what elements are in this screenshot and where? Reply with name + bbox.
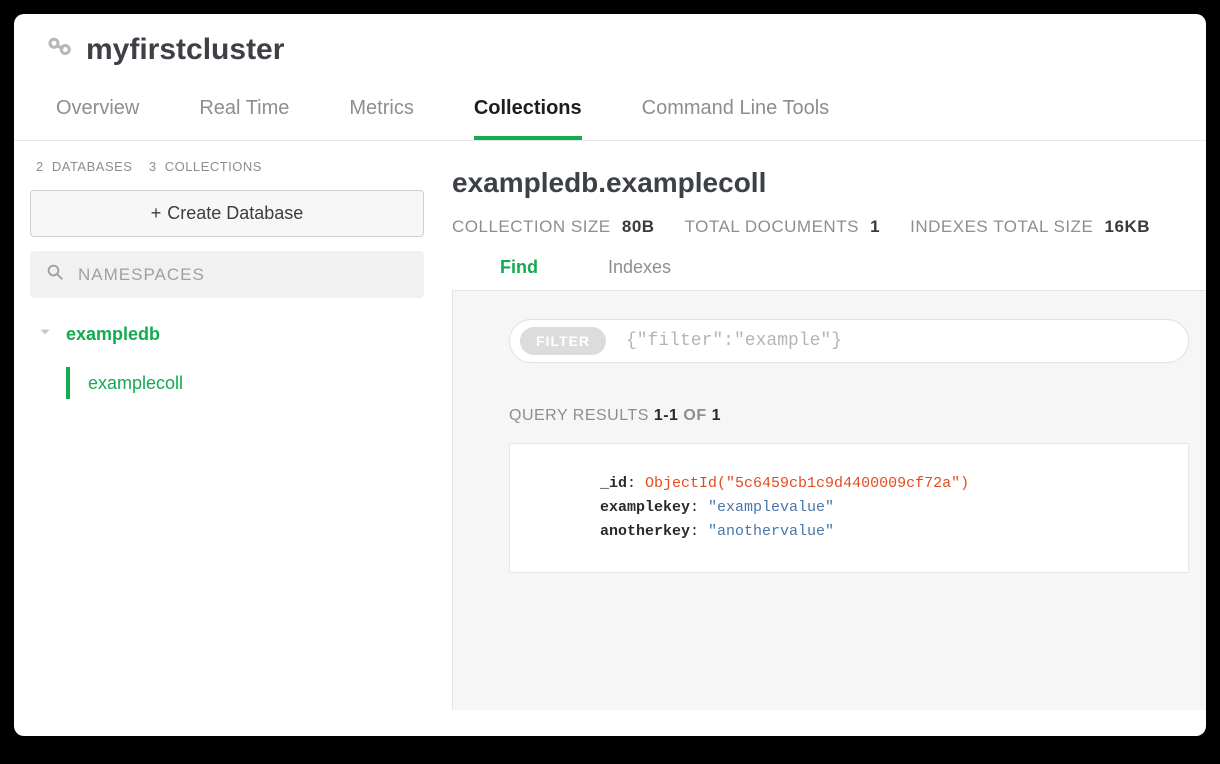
collection-name: examplecoll [88, 373, 183, 394]
find-panel: FILTER QUERY RESULTS 1-1 OF 1 _id: Objec… [452, 290, 1206, 710]
results-range: 1-1 [654, 407, 679, 424]
chevron-down-icon [38, 325, 52, 344]
cluster-name: myfirstcluster [86, 33, 284, 67]
total-documents-value: 1 [870, 217, 880, 236]
results-total: 1 [712, 407, 721, 424]
sidebar-stats: 2 DATABASES 3 COLLECTIONS [30, 159, 424, 174]
database-name: exampledb [66, 324, 160, 345]
coll-count: 3 [149, 159, 157, 174]
sidebar-collection-row[interactable]: examplecoll [66, 367, 424, 399]
document-field-id: _id: ObjectId("5c6459cb1c9d4400009cf72a"… [600, 472, 1188, 496]
collection-size-value: 80B [622, 217, 655, 236]
subtab-find[interactable]: Find [500, 257, 538, 290]
collection-metrics: COLLECTION SIZE 80B TOTAL DOCUMENTS 1 IN… [452, 217, 1206, 237]
document-field-2: anotherkey: "anothervalue" [600, 520, 1188, 544]
metric-total-documents: TOTAL DOCUMENTS 1 [685, 217, 881, 237]
filter-input[interactable] [626, 331, 1178, 351]
create-database-label: Create Database [167, 203, 303, 224]
metric-indexes-size: INDEXES TOTAL SIZE 16KB [910, 217, 1150, 237]
tab-collections[interactable]: Collections [474, 97, 582, 140]
collection-subtabs: Find Indexes [452, 257, 1206, 290]
tab-cli-tools[interactable]: Command Line Tools [642, 97, 830, 140]
sidebar-database-row[interactable]: exampledb [30, 316, 424, 353]
tab-metrics[interactable]: Metrics [349, 97, 413, 140]
document-field-1: examplekey: "examplevalue" [600, 496, 1188, 520]
db-count: 2 [36, 159, 44, 174]
search-icon [46, 263, 64, 286]
plus-icon: + [151, 203, 162, 224]
active-indicator [66, 367, 70, 399]
tab-real-time[interactable]: Real Time [199, 97, 289, 140]
document-card[interactable]: _id: ObjectId("5c6459cb1c9d4400009cf72a"… [509, 443, 1189, 573]
document-id-value: ObjectId("5c6459cb1c9d4400009cf72a") [645, 475, 969, 492]
namespaces-label: NAMESPACES [78, 265, 205, 285]
namespace-title: exampledb.examplecoll [452, 167, 1206, 199]
query-results-summary: QUERY RESULTS 1-1 OF 1 [509, 407, 1206, 425]
cluster-icon [44, 32, 74, 67]
filter-bar: FILTER [509, 319, 1189, 363]
coll-count-label: COLLECTIONS [165, 159, 262, 174]
main-content: exampledb.examplecoll COLLECTION SIZE 80… [434, 141, 1206, 715]
indexes-size-value: 16KB [1105, 217, 1150, 236]
filter-pill: FILTER [520, 327, 606, 355]
metric-collection-size: COLLECTION SIZE 80B [452, 217, 655, 237]
sidebar: 2 DATABASES 3 COLLECTIONS + Create Datab… [14, 141, 434, 715]
tab-overview[interactable]: Overview [56, 97, 139, 140]
namespaces-search[interactable]: NAMESPACES [30, 251, 424, 298]
subtab-indexes[interactable]: Indexes [608, 257, 671, 290]
db-count-label: DATABASES [52, 159, 133, 174]
main-tabs: Overview Real Time Metrics Collections C… [14, 77, 1206, 141]
create-database-button[interactable]: + Create Database [30, 190, 424, 237]
cluster-header: myfirstcluster [14, 14, 1206, 77]
